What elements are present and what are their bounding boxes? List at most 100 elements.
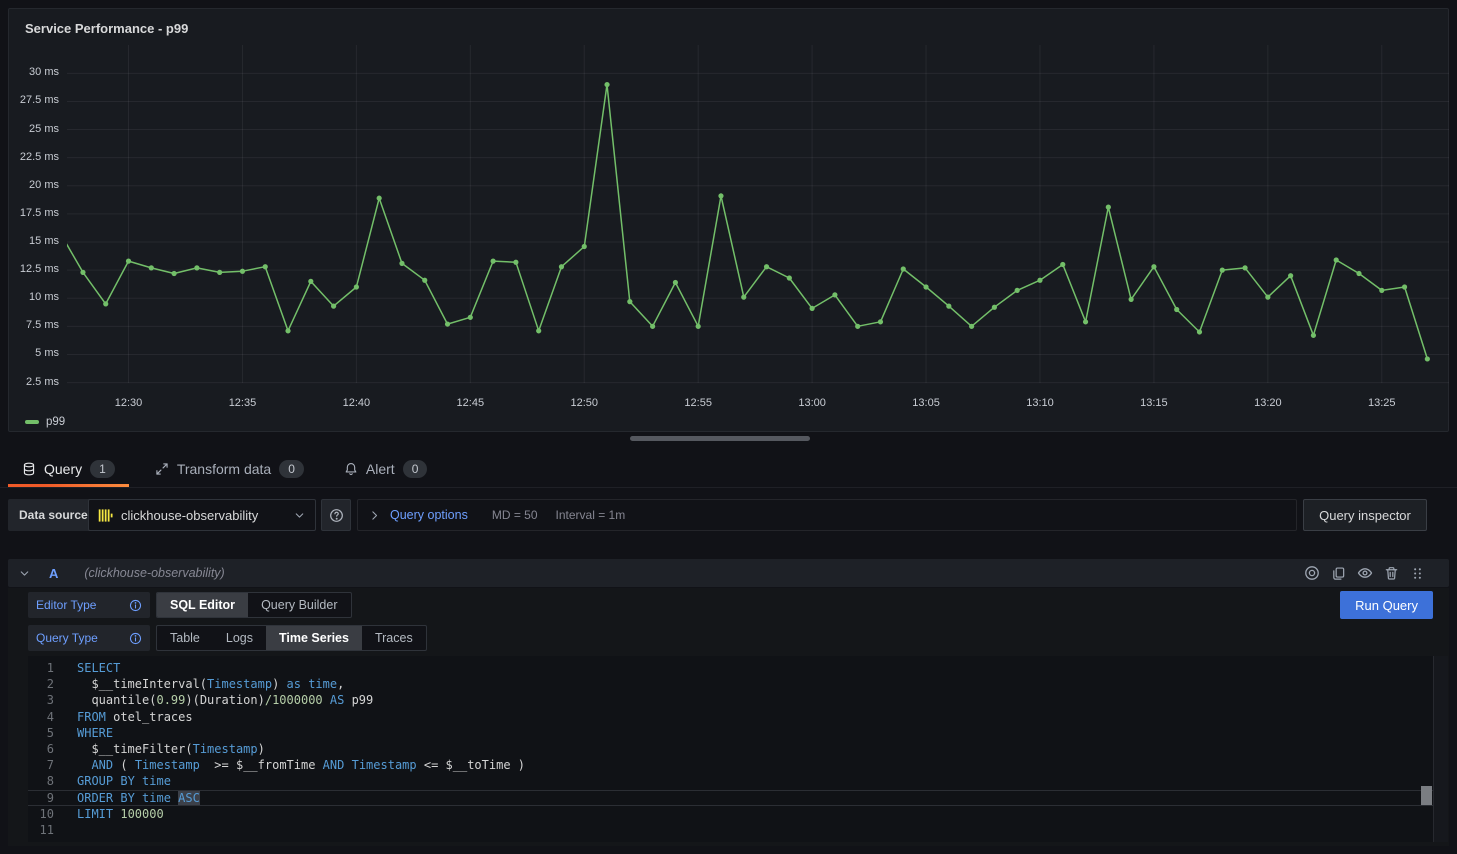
- query-type-group: TableLogsTime SeriesTraces: [156, 625, 427, 651]
- query-options-bar: Query options MD = 50 Interval = 1m: [357, 499, 1297, 531]
- duplicate-query-icon[interactable]: [1331, 566, 1346, 581]
- y-axis-tick-label: 17.5 ms: [9, 207, 59, 219]
- run-query-button[interactable]: Run Query: [1340, 591, 1433, 619]
- x-axis-tick-label: 12:45: [457, 397, 485, 409]
- tab-divider: [0, 487, 1457, 488]
- code-line[interactable]: 10LIMIT 100000: [28, 806, 1433, 822]
- x-axis-tick-label: 12:30: [115, 397, 143, 409]
- query-datasource-hint: (clickhouse-observability): [84, 566, 224, 580]
- y-axis-tick-label: 20 ms: [9, 179, 59, 191]
- tab-label: Alert: [366, 461, 395, 477]
- legend-series-swatch: [25, 420, 39, 424]
- bell-icon: [344, 462, 358, 476]
- editor-type-label: Editor Type: [28, 592, 150, 618]
- query-type-option-time-series[interactable]: Time Series: [266, 626, 362, 650]
- line-number: 8: [28, 773, 54, 789]
- x-axis-tick-label: 13:10: [1026, 397, 1054, 409]
- transform-icon: [155, 462, 169, 476]
- query-row-header: A (clickhouse-observability): [8, 559, 1449, 587]
- code-text: $__timeInterval(Timestamp) as time,: [77, 676, 344, 692]
- editor-type-option-query-builder[interactable]: Query Builder: [248, 593, 350, 617]
- code-text: GROUP BY time: [77, 773, 171, 789]
- tab-bar: Query1 Transform data0 Alert0: [8, 451, 441, 487]
- query-type-row: Query Type TableLogsTime SeriesTraces: [28, 625, 427, 651]
- help-icon[interactable]: [321, 499, 351, 531]
- data-source-label: Data source: [8, 499, 99, 531]
- timeseries-panel: Service Performance - p99 2.5 ms5 ms7.5 …: [8, 8, 1449, 432]
- x-axis-tick-label: 13:25: [1368, 397, 1396, 409]
- x-axis-tick-label: 13:20: [1254, 397, 1282, 409]
- query-options-link[interactable]: Query options: [390, 508, 468, 522]
- chart-plot[interactable]: [67, 45, 1449, 391]
- x-axis-tick-label: 12:55: [684, 397, 712, 409]
- info-icon[interactable]: [129, 632, 142, 645]
- y-axis-tick-label: 2.5 ms: [9, 376, 59, 388]
- y-axis-tick-label: 27.5 ms: [9, 94, 59, 106]
- code-text: SELECT: [77, 660, 120, 676]
- code-line[interactable]: 4 FROM otel_traces: [28, 709, 1433, 725]
- query-type-option-logs[interactable]: Logs: [213, 626, 266, 650]
- line-number: 9: [28, 790, 54, 806]
- tab-alert[interactable]: Alert0: [330, 451, 441, 487]
- editor-type-row: Editor Type SQL EditorQuery Builder: [28, 592, 352, 618]
- interval-value: Interval = 1m: [556, 508, 626, 522]
- x-axis-tick-label: 13:15: [1140, 397, 1168, 409]
- clickhouse-logo-icon: [98, 508, 113, 523]
- code-text: $__timeFilter(Timestamp): [77, 741, 265, 757]
- query-editor-body: Editor Type SQL EditorQuery Builder Quer…: [8, 588, 1449, 846]
- code-line[interactable]: 5WHERE: [28, 725, 1433, 741]
- record-icon[interactable]: [1304, 565, 1320, 581]
- query-type-option-table[interactable]: Table: [157, 626, 213, 650]
- line-number: 6: [28, 741, 54, 757]
- line-number: 7: [28, 757, 54, 773]
- horizontal-scrollbar-thumb[interactable]: [630, 436, 810, 441]
- database-icon: [22, 462, 36, 476]
- x-axis-tick-label: 12:50: [570, 397, 598, 409]
- line-number: 2: [28, 676, 54, 692]
- code-text: ORDER BY time ASC: [77, 790, 200, 806]
- code-line[interactable]: 9 ORDER BY time ASC: [28, 790, 1433, 806]
- collapse-chevron-icon[interactable]: [18, 567, 31, 580]
- sql-code-lines: 1 SELECT 2 $__timeInterval(Timestamp) as ti…: [28, 660, 1433, 838]
- hide-response-icon[interactable]: [1357, 565, 1373, 581]
- code-line[interactable]: 3quantile(0.99)(Duration)/1000000 AS p99: [28, 692, 1433, 708]
- info-icon[interactable]: [129, 599, 142, 612]
- tab-query[interactable]: Query1: [8, 451, 129, 487]
- editor-scrollbar-thumb[interactable]: [1421, 786, 1432, 805]
- x-axis-tick-label: 12:40: [343, 397, 371, 409]
- line-number: 1: [28, 660, 54, 676]
- legend-series-label[interactable]: p99: [46, 416, 65, 428]
- code-line[interactable]: 11: [28, 822, 1433, 838]
- chevron-down-icon: [293, 509, 306, 522]
- data-source-picker[interactable]: clickhouse-observability: [88, 499, 316, 531]
- query-type-label: Query Type: [28, 625, 150, 651]
- query-type-option-traces[interactable]: Traces: [362, 626, 426, 650]
- data-source-value: clickhouse-observability: [121, 508, 258, 523]
- sql-code-editor[interactable]: 1 SELECT 2 $__timeInterval(Timestamp) as ti…: [28, 656, 1448, 842]
- y-axis-tick-label: 12.5 ms: [9, 263, 59, 275]
- code-line[interactable]: 8 GROUP BY time: [28, 773, 1433, 789]
- x-axis-tick-label: 13:00: [798, 397, 826, 409]
- remove-query-icon[interactable]: [1384, 566, 1399, 581]
- editor-type-group: SQL EditorQuery Builder: [156, 592, 352, 618]
- code-text: AND ( Timestamp >= $__fromTime AND Times…: [77, 757, 525, 773]
- query-row-actions: [1304, 565, 1425, 581]
- code-text: LIMIT 100000: [77, 806, 164, 822]
- code-text: FROM otel_traces: [77, 709, 193, 725]
- code-line[interactable]: 1 SELECT: [28, 660, 1433, 676]
- code-line[interactable]: 6 $__timeFilter(Timestamp): [28, 741, 1433, 757]
- code-line[interactable]: 2 $__timeInterval(Timestamp) as time,: [28, 676, 1433, 692]
- drag-handle-icon[interactable]: [1410, 566, 1425, 581]
- tab-label: Query: [44, 461, 82, 477]
- line-number: 3: [28, 692, 54, 708]
- grafana-panel-edit-page: Service Performance - p99 2.5 ms5 ms7.5 …: [0, 0, 1457, 854]
- code-line[interactable]: 7 AND ( Timestamp >= $__fromTime AND Time…: [28, 757, 1433, 773]
- query-ref-id[interactable]: A: [49, 566, 58, 581]
- query-inspector-button[interactable]: Query inspector: [1303, 499, 1427, 531]
- code-text: WHERE: [77, 725, 113, 741]
- panel-title[interactable]: Service Performance - p99: [25, 21, 188, 36]
- chevron-right-icon[interactable]: [368, 509, 381, 522]
- tab-transform-data[interactable]: Transform data0: [141, 451, 318, 487]
- editor-type-option-sql-editor[interactable]: SQL Editor: [157, 593, 248, 617]
- line-number: 4: [28, 709, 54, 725]
